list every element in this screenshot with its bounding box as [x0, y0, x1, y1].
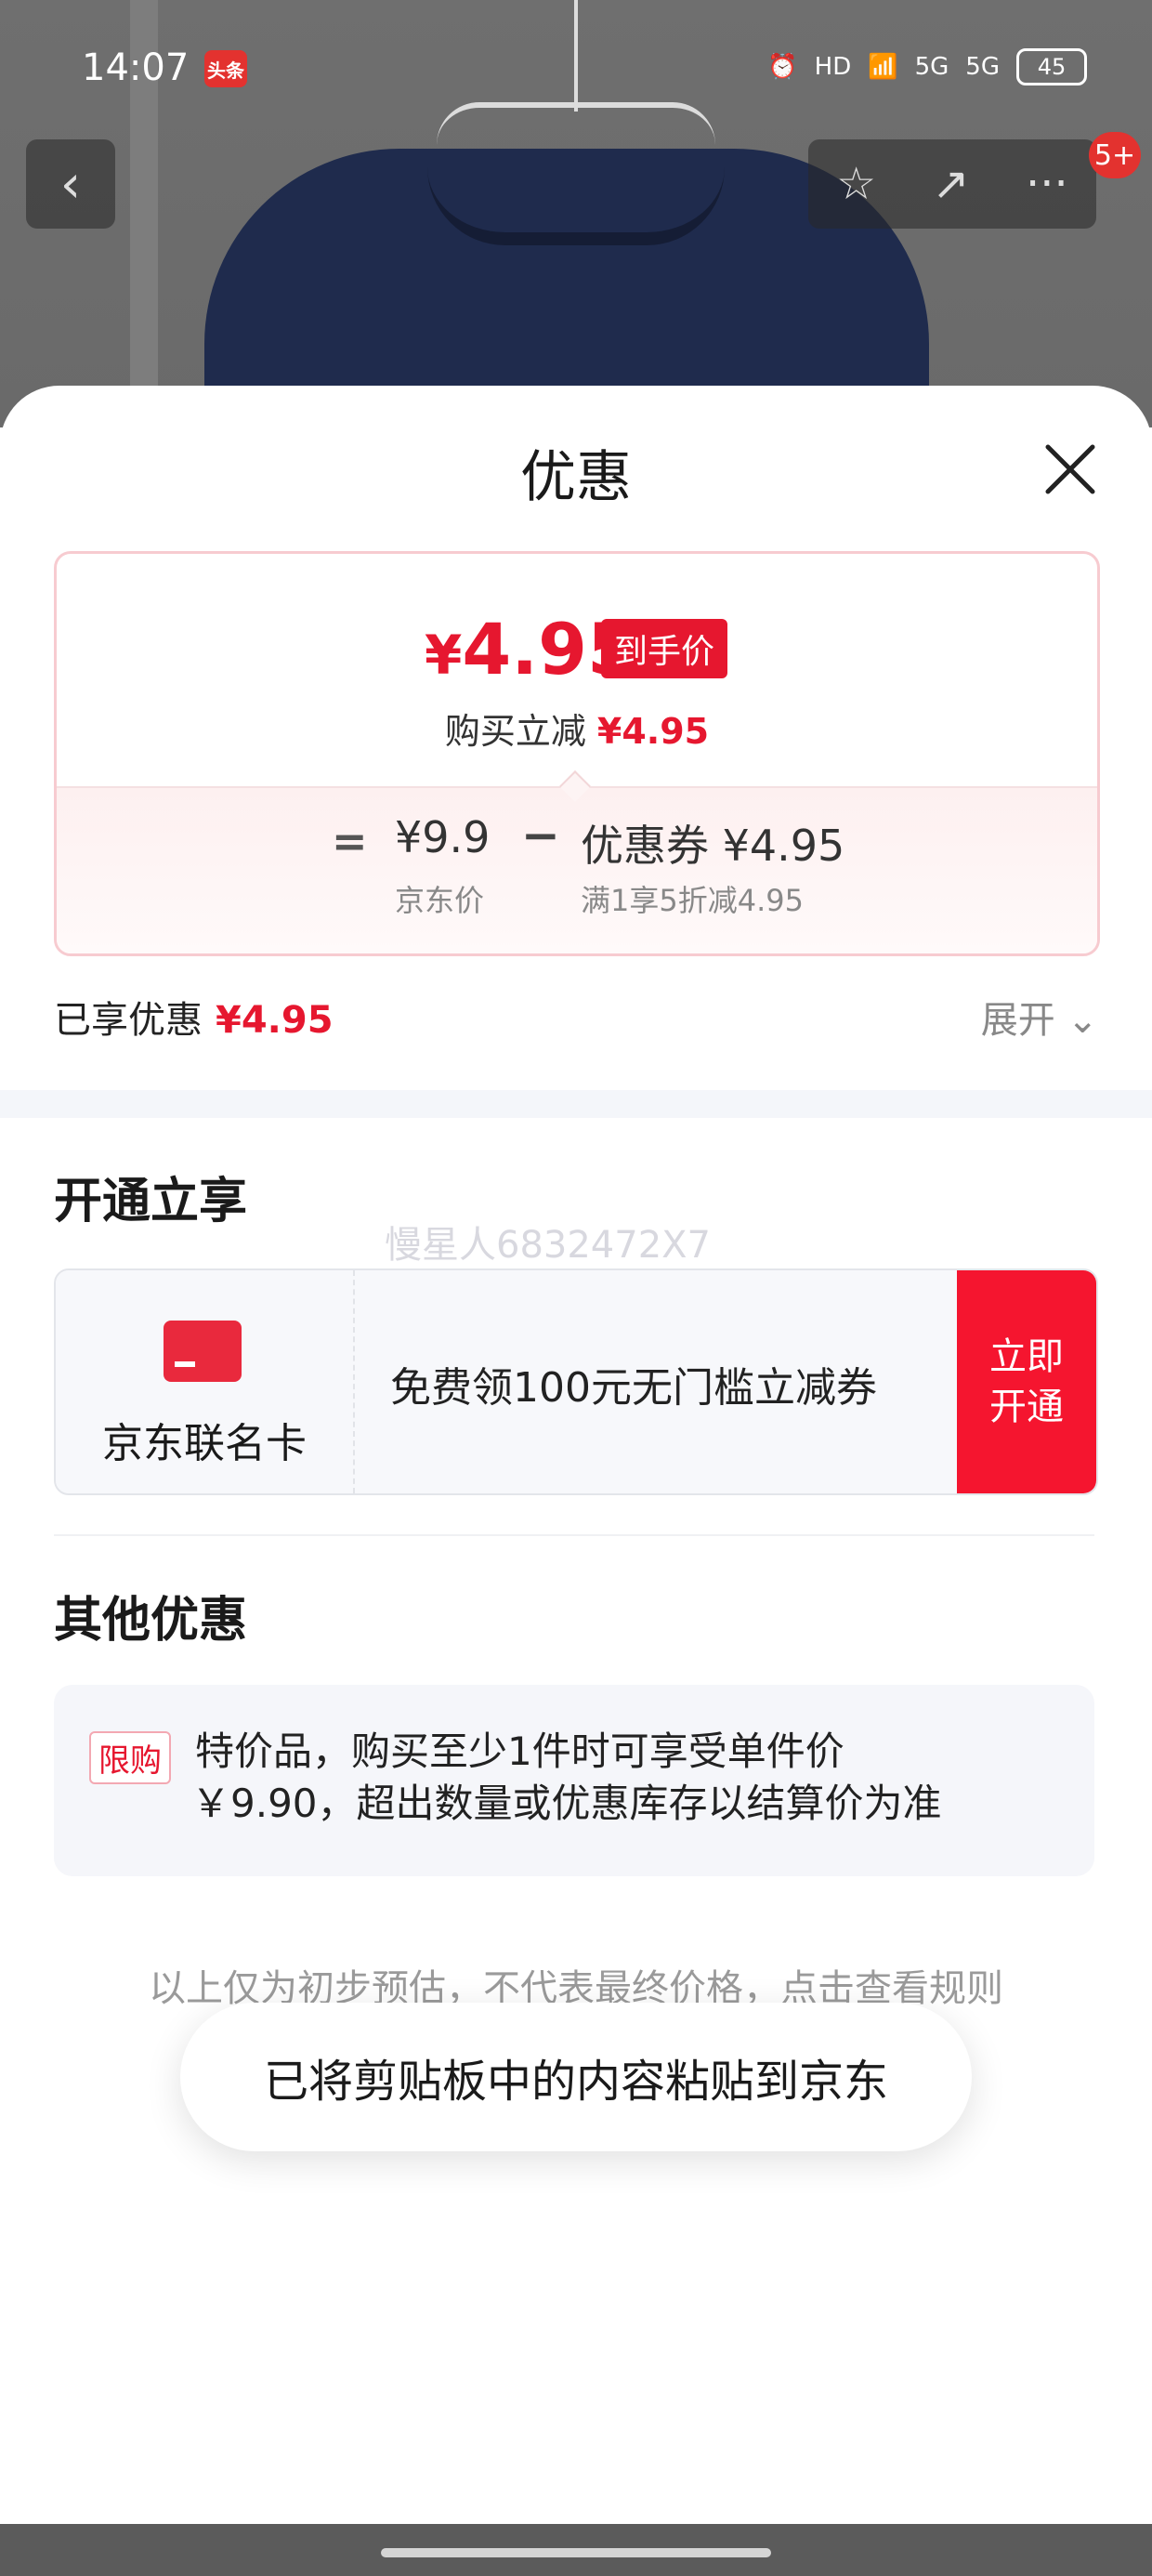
toutiao-app-icon: 头条	[204, 50, 247, 87]
signal-5g-icon: 5G	[914, 53, 949, 81]
card-offer-desc: 免费领100元无门槛立减券	[390, 1364, 877, 1412]
home-indicator[interactable]	[381, 2548, 771, 2557]
minus-sign: −	[521, 808, 560, 862]
hd-icon: HD	[814, 53, 852, 81]
alarm-icon: ⏰	[767, 53, 798, 81]
status-time: 14:07	[82, 46, 190, 89]
jd-price: ¥9.9	[395, 812, 491, 862]
notification-badge: 5+	[1089, 132, 1141, 178]
open-now-button[interactable]: 立即 开通	[957, 1270, 1096, 1493]
limit-text-line1: 特价品，购买至少1件时可享受单件价	[195, 1728, 844, 1774]
jd-cobrand-card-offer[interactable]: 京东联名卡 免费领100元无门槛立减券 立即 开通	[54, 1268, 1098, 1495]
price-breakdown-card: ¥4.95 到手价 购买立减 ¥4.95 = ¥9.9 京东价 − 优惠券 ¥4.…	[54, 551, 1100, 956]
reduction-label: 购买立减	[444, 711, 586, 752]
open-section-title: 开通立享	[54, 1174, 248, 1229]
back-button[interactable]: ‹	[26, 139, 115, 229]
wifi-icon: 📶	[868, 53, 898, 81]
close-icon[interactable]	[1042, 441, 1098, 497]
limit-tag: 限购	[89, 1731, 171, 1784]
instant-reduction: 购买立减 ¥4.95	[57, 703, 1097, 754]
card-brand: 京东联名卡	[56, 1270, 355, 1493]
thin-divider	[54, 1534, 1094, 1536]
discount-sheet: 优惠 ¥4.95 到手价 购买立减 ¥4.95 = ¥9.9 京东价 − 优惠券 …	[0, 386, 1152, 2576]
open-now-line1: 立即	[989, 1335, 1064, 1378]
signal-5g-icon-2: 5G	[965, 53, 1000, 81]
more-icon[interactable]: ···	[1026, 158, 1068, 210]
clipboard-toast: 已将剪贴板中的内容粘贴到京东	[180, 2003, 972, 2151]
section-divider	[0, 1090, 1152, 1118]
open-now-line2: 开通	[989, 1386, 1064, 1428]
status-bar: 14:07 头条 ⏰ HD 📶 5G 5G 45	[0, 0, 1152, 139]
purchase-limit-notice: 限购 特价品，购买至少1件时可享受单件价 ￥9.90，超出数量或优惠库存以结算价…	[54, 1685, 1094, 1876]
enjoyed-amount: ¥4.95	[216, 999, 334, 1042]
enjoyed-label: 已享优惠	[54, 999, 203, 1042]
equals-sign: =	[332, 816, 368, 866]
jd-price-label: 京东价	[395, 883, 485, 918]
card-name: 京东联名卡	[102, 1420, 307, 1467]
enjoyed-discount: 已享优惠 ¥4.95	[54, 990, 334, 1044]
share-icon[interactable]: ↗	[933, 158, 970, 210]
currency-symbol: ¥	[425, 624, 463, 687]
expand-label: 展开	[980, 999, 1055, 1042]
limit-text-line2: ￥9.90，超出数量或优惠库存以结算价为准	[191, 1781, 942, 1826]
favorite-star-icon[interactable]: ☆	[836, 158, 876, 210]
battery-icon: 45	[1016, 48, 1087, 85]
final-price-tag: 到手价	[601, 619, 728, 678]
coupon-amount: 优惠券 ¥4.95	[581, 821, 845, 871]
credit-card-icon	[164, 1321, 242, 1382]
tshirt-collar	[427, 167, 725, 245]
other-section-title: 其他优惠	[54, 1593, 248, 1649]
top-actions: ☆ ↗ ···	[808, 139, 1096, 229]
price-formula: = ¥9.9 京东价 − 优惠券 ¥4.95 满1享5折减4.95	[57, 786, 1097, 953]
expand-button[interactable]: 展开 ⌄	[981, 990, 1098, 1044]
chevron-down-icon: ⌄	[1067, 999, 1098, 1042]
user-watermark: 慢星人6832472X7	[385, 1224, 711, 1267]
reduction-amount: ¥4.95	[596, 711, 710, 752]
status-icons: ⏰ HD 📶 5G 5G 45	[767, 48, 1087, 85]
limit-text: 特价品，购买至少1件时可享受单件价 ￥9.90，超出数量或优惠库存以结算价为准	[191, 1726, 1050, 1830]
sheet-title: 优惠	[520, 445, 632, 510]
final-price-area: ¥4.95 到手价 购买立减 ¥4.95	[57, 554, 1097, 786]
coupon-detail: 满1享5折减4.95	[581, 883, 804, 918]
chevron-left-icon: ‹	[59, 153, 82, 215]
